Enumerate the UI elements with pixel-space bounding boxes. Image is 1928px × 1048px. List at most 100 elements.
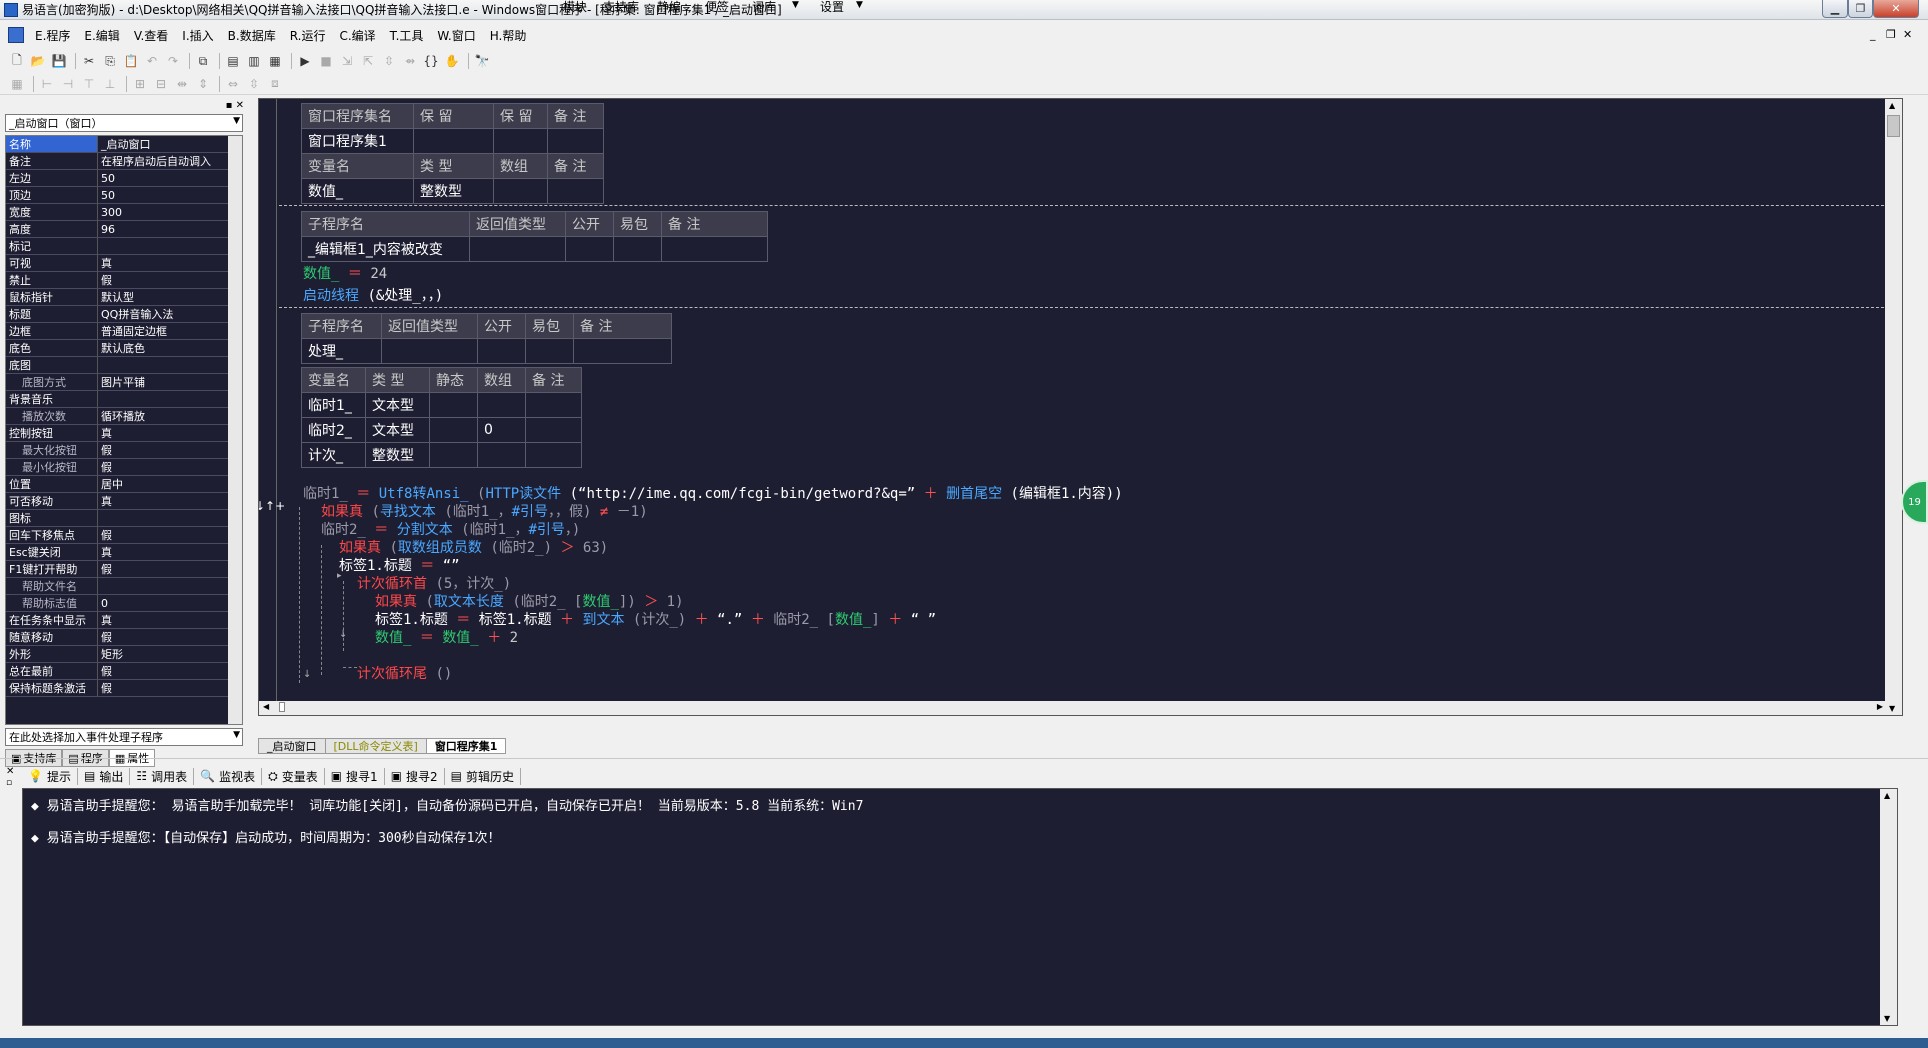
table-row[interactable]: 临时2_ 文本型 0	[301, 417, 582, 443]
property-row[interactable]: 顶边 50	[6, 187, 242, 204]
menu-static-compile[interactable]: 静编	[657, 0, 681, 15]
run-icon[interactable]: ▶	[296, 52, 314, 70]
tab-dll-commands[interactable]: [DLL命令定义表]	[324, 738, 427, 754]
property-row[interactable]: 可视真	[6, 255, 242, 272]
table-row[interactable]: 计次_ 整数型	[301, 442, 582, 468]
paste-icon[interactable]: 📋	[122, 52, 140, 70]
property-row[interactable]: 图标	[6, 510, 242, 527]
cell[interactable]: 窗口程序集1	[301, 128, 414, 154]
tab-search1[interactable]: ▣ 搜寻1	[325, 767, 385, 785]
property-value[interactable]: 50	[98, 187, 242, 204]
breakpoint-icon[interactable]: {}	[422, 52, 440, 70]
align-bottom-icon[interactable]: ⊥	[101, 75, 119, 93]
property-row[interactable]: Esc键关闭真	[6, 544, 242, 561]
space-h-icon[interactable]: ⇹	[173, 75, 191, 93]
cell[interactable]	[493, 128, 548, 154]
cell[interactable]	[429, 392, 478, 418]
save-icon[interactable]: 💾	[50, 52, 68, 70]
property-value[interactable]: 假	[98, 680, 242, 697]
property-row[interactable]: 宽度 300	[6, 204, 242, 221]
menu-support-lib[interactable]: 支持库	[603, 0, 639, 15]
property-row[interactable]: 外形 矩形	[6, 646, 242, 663]
cell[interactable]	[547, 178, 604, 204]
center-v-icon[interactable]: ⊟	[152, 75, 170, 93]
cell[interactable]	[477, 392, 526, 418]
tab-search2[interactable]: ▣ 搜寻2	[385, 767, 445, 785]
property-value[interactable]	[98, 510, 242, 527]
table-row[interactable]: 处理_	[301, 338, 672, 364]
property-row[interactable]: 左边 50	[6, 170, 242, 187]
layout1-icon[interactable]: ▤	[224, 52, 242, 70]
mdi-minimize-icon[interactable]: _	[1870, 28, 1876, 41]
cut-icon[interactable]: ✂	[80, 52, 98, 70]
cell[interactable]: _编辑框1_内容被改变	[301, 236, 470, 262]
cell[interactable]: 整数型	[365, 442, 430, 468]
property-row[interactable]: 最小化按钮假	[6, 459, 242, 476]
mdi-restore-icon[interactable]: ❐	[1886, 28, 1896, 41]
step-into-icon[interactable]: ⇲	[338, 52, 356, 70]
property-value[interactable]: 真	[98, 493, 242, 510]
property-row[interactable]: 随意移动假	[6, 629, 242, 646]
code-line[interactable]: 数值_ ＝ 24	[303, 263, 387, 283]
property-row[interactable]: 控制按钮真	[6, 425, 242, 442]
tab-assembly[interactable]: 窗口程序集1	[425, 738, 507, 754]
center-h-icon[interactable]: ⊞	[131, 75, 149, 93]
menu-module[interactable]: 模块	[563, 0, 587, 15]
tab-output[interactable]: ▤ 输出	[78, 767, 131, 785]
menu-notes[interactable]: 便签	[705, 0, 729, 15]
code-line[interactable]: 标签1.标题 ＝ 标签1.标题 ＋ 到文本 (计次_) ＋ “.” ＋ 临时2_…	[375, 609, 936, 629]
cell[interactable]	[477, 338, 526, 364]
property-value[interactable]: 0	[98, 595, 242, 612]
property-value[interactable]: 假	[98, 663, 242, 680]
code-line[interactable]: 如果真 (取数组成员数 (临时2_) ＞ 63)	[339, 537, 608, 557]
same-size-icon[interactable]: ⧈	[266, 75, 284, 93]
property-value[interactable]: 居中	[98, 476, 242, 493]
property-value[interactable]: 假	[98, 629, 242, 646]
property-row[interactable]: 最大化按钮假	[6, 442, 242, 459]
redo-icon[interactable]: ↷	[164, 52, 182, 70]
menu-insert[interactable]: I.插入	[175, 27, 220, 44]
menu-tools[interactable]: T.工具	[383, 27, 431, 44]
scroll-up-icon[interactable]: ▲	[1884, 791, 1890, 800]
property-value[interactable]: 真	[98, 255, 242, 272]
property-value[interactable]	[98, 238, 242, 255]
property-scrollbar[interactable]	[228, 136, 242, 724]
cell[interactable]	[493, 178, 548, 204]
property-row[interactable]: 保持标题条激活假	[6, 680, 242, 697]
property-value[interactable]: 循环播放	[98, 408, 242, 425]
table-row[interactable]: 窗口程序集1	[301, 128, 604, 154]
property-value[interactable]	[98, 391, 242, 408]
property-value[interactable]: 默认型	[98, 289, 242, 306]
pin-icon[interactable]: ▫	[6, 778, 12, 788]
cell[interactable]: 文本型	[365, 417, 430, 443]
property-row[interactable]: 播放次数 循环播放	[6, 408, 242, 425]
code-line[interactable]: 数值_ ＝ 数值_ ＋ 2	[375, 627, 518, 647]
cell[interactable]: 数值_	[301, 178, 414, 204]
code-line[interactable]: 如果真 (取文本长度 (临时2_ [数值_]) ＞ 1)	[375, 591, 684, 611]
property-value[interactable]: 真	[98, 544, 242, 561]
property-row[interactable]: 位置 居中	[6, 476, 242, 493]
editor-vertical-scrollbar[interactable]: ▲ ▼	[1885, 99, 1902, 715]
maximize-button[interactable]: ❐	[1848, 0, 1873, 18]
property-value[interactable]: 假	[98, 442, 242, 459]
grid-icon[interactable]: ▦	[8, 75, 26, 93]
scroll-thumb[interactable]	[1887, 115, 1900, 137]
property-row[interactable]: 总在最前假	[6, 663, 242, 680]
cell[interactable]	[381, 338, 478, 364]
align-left-icon[interactable]: ⊢	[38, 75, 56, 93]
property-value[interactable]: 图片平铺	[98, 374, 242, 391]
property-value[interactable]: QQ拼音输入法	[98, 306, 242, 323]
tab-call-stack[interactable]: ☷ 调用表	[130, 767, 195, 785]
property-value[interactable]: 真	[98, 425, 242, 442]
code-line[interactable]: 临时2_ ＝ 分割文本 (临时1_，#引号，)	[321, 519, 580, 539]
cell[interactable]	[661, 236, 768, 262]
property-row[interactable]: 回车下移焦点假	[6, 527, 242, 544]
property-value[interactable]: 50	[98, 170, 242, 187]
close-button[interactable]: ✕	[1873, 0, 1919, 18]
tab-hint[interactable]: 💡 提示	[22, 767, 78, 785]
scroll-down-icon[interactable]: ▼	[1884, 1014, 1890, 1023]
cell[interactable]	[477, 442, 526, 468]
cell[interactable]: 处理_	[301, 338, 382, 364]
object-select[interactable]: _启动窗口（窗口） ▼	[5, 114, 243, 132]
open-file-icon[interactable]: 📂	[29, 52, 47, 70]
